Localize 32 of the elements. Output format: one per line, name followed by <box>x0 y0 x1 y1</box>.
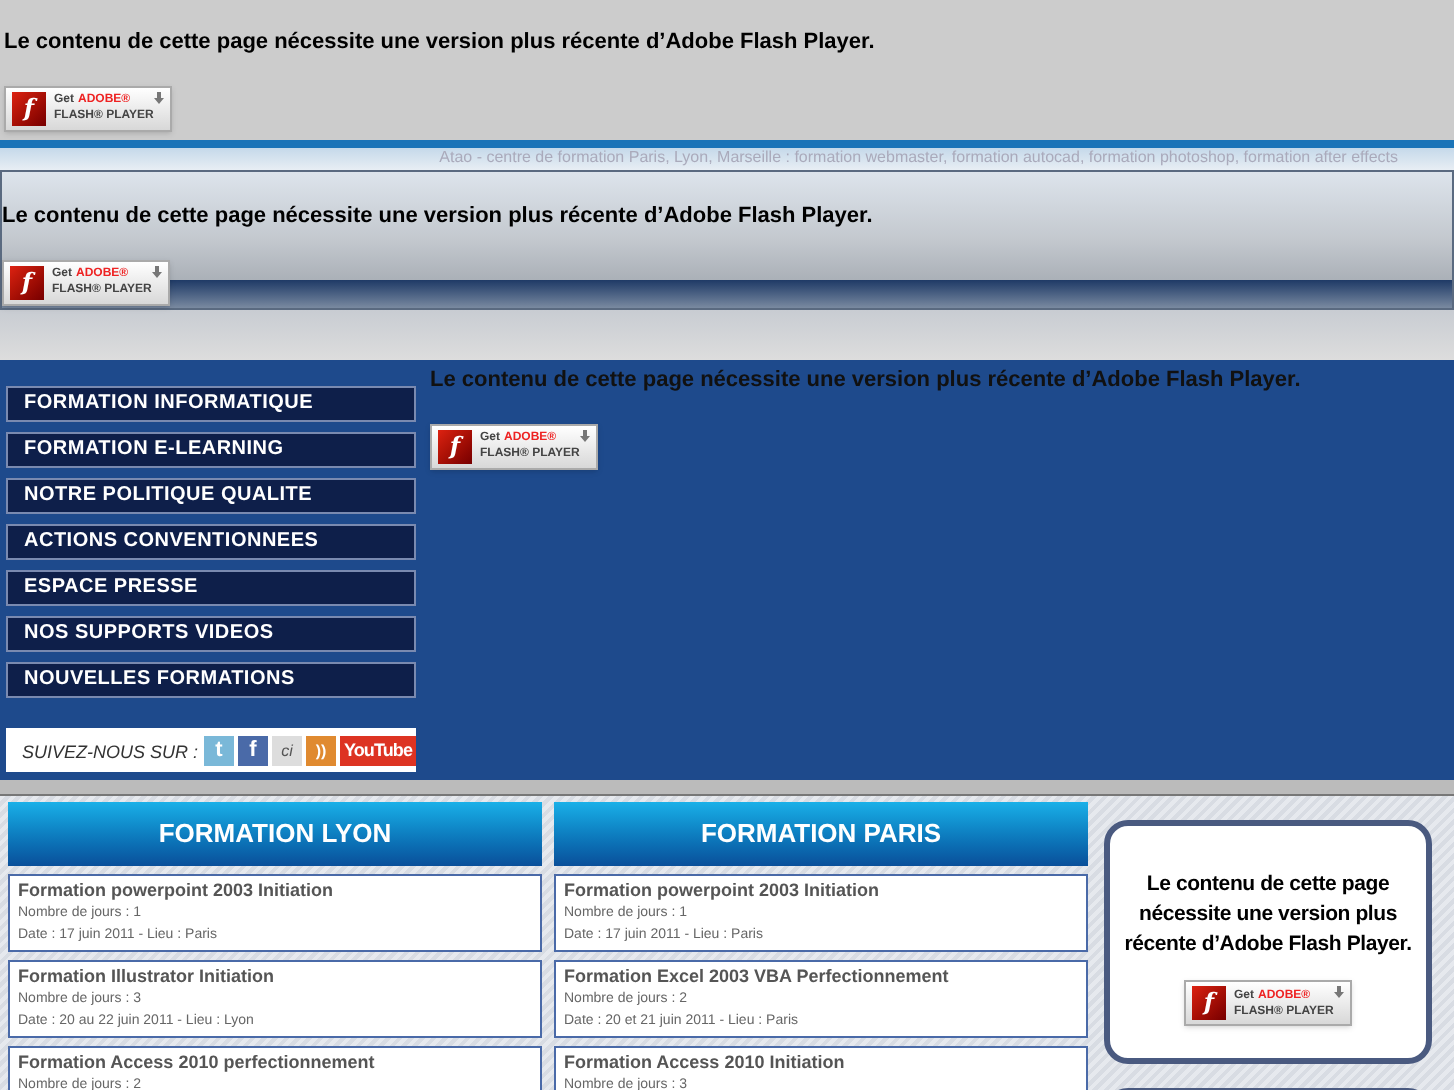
course-title[interactable]: Formation Access 2010 Initiation <box>564 1052 1078 1074</box>
course-title[interactable]: Formation Access 2010 perfectionnement <box>18 1052 532 1074</box>
menu-item[interactable]: ESPACE PRESSE <box>6 570 416 606</box>
flash-message: Le contenu de cette page nécessite une version plus récente d’Adobe Flash Player. <box>2 202 875 232</box>
download-arrow-icon <box>1334 986 1344 998</box>
section-header: FORMATION PARIS <box>554 802 1088 866</box>
social-icon[interactable]: ci <box>272 735 302 765</box>
menu-item[interactable]: NOUVELLES FORMATIONS <box>6 662 416 698</box>
course-title[interactable]: Formation Illustrator Initiation <box>18 966 532 988</box>
menu-item[interactable]: NOS SUPPORTS VIDEOS <box>6 616 416 652</box>
follow-us-label: SUIVEZ-NOUS SUR : <box>22 740 198 767</box>
menu-item[interactable]: NOTRE POLITIQUE QUALITE <box>6 478 416 514</box>
flash-logo-icon: f <box>438 429 472 463</box>
download-arrow-icon <box>152 265 162 277</box>
flash-message: Le contenu de cette page nécessite une version plus récente d’Adobe Flash Player. <box>1122 870 1414 960</box>
course-title[interactable]: Formation powerpoint 2003 Initiation <box>564 880 1078 902</box>
download-arrow-icon <box>154 91 164 103</box>
download-arrow-icon <box>580 429 590 441</box>
facebook-icon[interactable]: f <box>238 735 268 765</box>
flash-message: Le contenu de cette page nécessite une version plus récente d’Adobe Flash Player. <box>2 28 877 58</box>
flash-logo-icon: f <box>10 265 44 299</box>
course-title[interactable]: Formation powerpoint 2003 Initiation <box>18 880 532 902</box>
tagline: Atao - centre de formation Paris, Lyon, Marseille : formation webmaster, formation autocad, formation photoshop, formation after effects <box>439 148 1398 170</box>
course-title[interactable]: Formation Excel 2003 VBA Perfectionnement <box>564 966 1078 988</box>
flash-logo-icon: f <box>12 91 46 125</box>
youtube-logo[interactable]: YouTube <box>340 735 417 765</box>
flash-logo-icon: f <box>1192 986 1226 1020</box>
menu-item[interactable]: FORMATION E-LEARNING <box>6 432 416 468</box>
flash-message: Le contenu de cette page nécessite une version plus récente d’Adobe Flash Player. <box>430 366 1301 396</box>
section-header: FORMATION LYON <box>8 802 542 866</box>
menu-item[interactable]: ACTIONS CONVENTIONNEES <box>6 524 416 560</box>
menu-item[interactable]: FORMATION INFORMATIQUE <box>6 386 416 422</box>
